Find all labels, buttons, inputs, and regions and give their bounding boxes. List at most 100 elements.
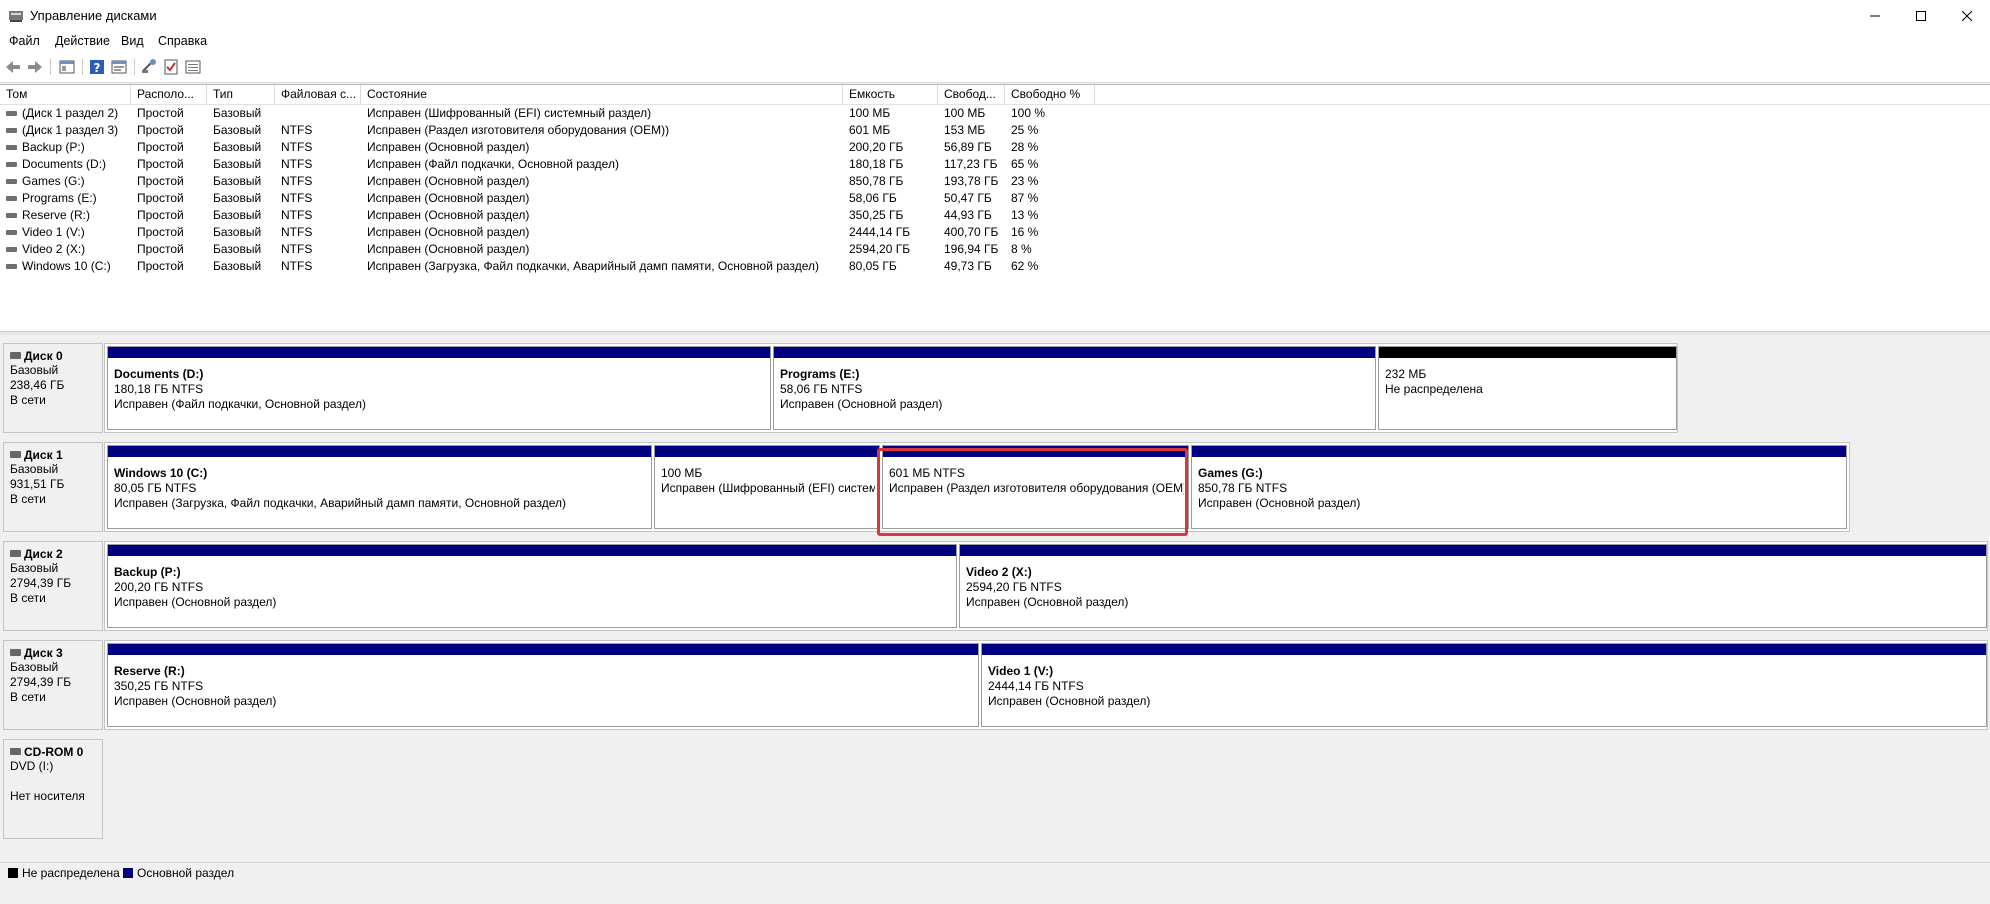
close-button[interactable] [1944, 0, 1990, 32]
partition-games[interactable]: Games (G:) 850,78 ГБ NTFS Исправен (Осно… [1191, 445, 1847, 529]
forward-icon[interactable] [26, 58, 44, 76]
volume-free-percent: 100 % [1011, 106, 1046, 120]
volume-free: 117,23 ГБ [944, 157, 998, 171]
minimize-button[interactable] [1852, 0, 1898, 32]
partition-bar [655, 446, 879, 457]
disk-row-2: Диск 2 Базовый 2794,39 ГБ В сети Backup … [0, 541, 1990, 631]
partition-documents[interactable]: Documents (D:) 180,18 ГБ NTFS Исправен (… [107, 346, 771, 430]
legend-swatch [123, 868, 133, 878]
menu-help[interactable]: Справка [158, 34, 207, 48]
volume-status: Исправен (Основной раздел) [367, 208, 530, 222]
partition-video2[interactable]: Video 2 (X:) 2594,20 ГБ NTFS Исправен (О… [959, 544, 1987, 628]
console-tree-icon[interactable] [58, 58, 76, 76]
menu-action[interactable]: Действие [55, 34, 110, 48]
menu-view[interactable]: Вид [121, 34, 144, 48]
connect-icon[interactable] [140, 58, 158, 76]
partition-efi[interactable]: 100 МБ Исправен (Шифрованный (EFI) систе… [654, 445, 880, 529]
minimize-icon [1870, 15, 1880, 17]
volume-free-percent: 16 % [1011, 225, 1039, 239]
column-header-status[interactable]: Состояние [361, 85, 843, 104]
disk-label-2[interactable]: Диск 2 Базовый 2794,39 ГБ В сети [3, 541, 103, 631]
legend-swatch [8, 868, 18, 878]
svg-text:?: ? [94, 61, 101, 75]
help-icon[interactable]: ? [88, 58, 106, 76]
table-row[interactable]: Video 1 (V:) Простой Базовый NTFS Исправен (… [0, 224, 1990, 241]
partition-unallocated[interactable]: 232 МБ Не распределена [1378, 346, 1677, 430]
volume-filesystem: NTFS [281, 174, 313, 188]
table-row[interactable]: Games (G:) Простой Базовый NTFS Исправен (Ос… [0, 173, 1990, 190]
volume-free: 153 МБ [944, 123, 986, 137]
volume-free-percent: 65 % [1011, 157, 1039, 171]
table-row[interactable]: (Диск 1 раздел 3) Простой Базовый NTFS Испра… [0, 122, 1990, 139]
volume-filesystem: NTFS [281, 191, 313, 205]
volume-filesystem: NTFS [281, 242, 313, 256]
check-icon[interactable] [162, 58, 180, 76]
volume-status: Исправен (Основной раздел) [367, 191, 530, 205]
disk-area-0: Documents (D:) 180,18 ГБ NTFS Исправен (… [104, 343, 1678, 433]
title-bar: Управление дисками [0, 0, 1990, 32]
volume-free: 196,94 ГБ [944, 242, 999, 256]
table-row[interactable]: Programs (E:) Простой Базовый NTFS Исправен … [0, 190, 1990, 207]
column-header-volume[interactable]: Том [0, 85, 131, 104]
disk-label-0[interactable]: Диск 0 Базовый 238,46 ГБ В сети [3, 343, 103, 433]
partition-programs[interactable]: Programs (E:) 58,06 ГБ NTFS Исправен (Ос… [773, 346, 1376, 430]
volume-type: Базовый [213, 191, 262, 205]
partition-windows[interactable]: Windows 10 (C:) 80,05 ГБ NTFS Исправен (… [107, 445, 652, 529]
volume-layout: Простой [137, 140, 184, 154]
volume-filesystem: NTFS [281, 259, 313, 273]
table-row[interactable]: Backup (P:) Простой Базовый NTFS Исправен (О… [0, 139, 1990, 156]
column-header-filesystem[interactable]: Файловая с... [275, 85, 361, 104]
table-row[interactable]: Windows 10 (C:) Простой Базовый NTFS Исправе… [0, 258, 1990, 275]
column-header-type[interactable]: Тип [207, 85, 275, 104]
volume-icon [6, 230, 17, 235]
menu-file[interactable]: Файл [9, 34, 40, 48]
volume-icon [6, 196, 17, 201]
column-header-free[interactable]: Свобод... [938, 85, 1005, 104]
toolbar-separator [50, 59, 51, 75]
partition-backup[interactable]: Backup (P:) 200,20 ГБ NTFS Исправен (Осн… [107, 544, 957, 628]
volume-filesystem: NTFS [281, 140, 313, 154]
volume-layout: Простой [137, 157, 184, 171]
table-row[interactable]: Documents (D:) Простой Базовый NTFS Исправен… [0, 156, 1990, 173]
volume-capacity: 80,05 ГБ [849, 259, 897, 273]
column-header-free-percent[interactable]: Свободно % [1005, 85, 1095, 104]
table-row[interactable]: Reserve (R:) Простой Базовый NTFS Исправен (… [0, 207, 1990, 224]
volume-name: Backup (P:) [22, 140, 85, 154]
volume-free-percent: 23 % [1011, 174, 1039, 188]
partition-bar [1192, 446, 1846, 457]
volume-capacity: 350,25 ГБ [849, 208, 904, 222]
back-icon[interactable] [4, 58, 22, 76]
volume-type: Базовый [213, 242, 262, 256]
table-row[interactable]: Video 2 (X:) Простой Базовый NTFS Исправен (… [0, 241, 1990, 258]
menu-bar: Файл Действие Вид Справка [0, 32, 1990, 52]
volume-status: Исправен (Загрузка, Файл подкачки, Авари… [367, 259, 819, 273]
column-header-capacity[interactable]: Емкость [843, 85, 938, 104]
volume-capacity: 2594,20 ГБ [849, 242, 911, 256]
volume-filesystem [281, 105, 361, 122]
volume-name: Reserve (R:) [22, 208, 91, 222]
table-row[interactable]: (Диск 1 раздел 2) Простой Базовый Исправен … [0, 105, 1990, 122]
disk-label-cdrom[interactable]: CD-ROM 0 DVD (I:) Нет носителя [3, 739, 103, 839]
volume-layout: Простой [137, 208, 184, 222]
list-view-icon[interactable] [184, 58, 202, 76]
partition-reserve[interactable]: Reserve (R:) 350,25 ГБ NTFS Исправен (Ос… [107, 643, 979, 727]
disk-label-3[interactable]: Диск 3 Базовый 2794,39 ГБ В сети [3, 640, 103, 730]
maximize-button[interactable] [1898, 0, 1944, 32]
volume-status: Исправен (Раздел изготовителя оборудован… [367, 123, 670, 137]
disk-row-cdrom: CD-ROM 0 DVD (I:) Нет носителя [0, 739, 1990, 839]
volume-capacity: 200,20 ГБ [849, 140, 904, 154]
properties-icon[interactable] [110, 58, 128, 76]
volume-name: Documents (D:) [22, 157, 107, 171]
volume-layout: Простой [137, 123, 184, 137]
partition-bar [774, 347, 1375, 358]
disk-label-1[interactable]: Диск 1 Базовый 931,51 ГБ В сети [3, 442, 103, 532]
maximize-icon [1916, 11, 1926, 21]
legend-unallocated: Не распределена [8, 866, 120, 880]
column-header-layout[interactable]: Располо... [131, 85, 207, 104]
disk-management-icon [9, 11, 23, 22]
partition-video1[interactable]: Video 1 (V:) 2444,14 ГБ NTFS Исправен (О… [981, 643, 1987, 727]
volume-status: Исправен (Шифрованный (EFI) системный ра… [367, 106, 652, 120]
volume-icon [6, 145, 17, 150]
volume-free: 400,70 ГБ [944, 225, 999, 239]
partition-bar [960, 545, 1986, 556]
